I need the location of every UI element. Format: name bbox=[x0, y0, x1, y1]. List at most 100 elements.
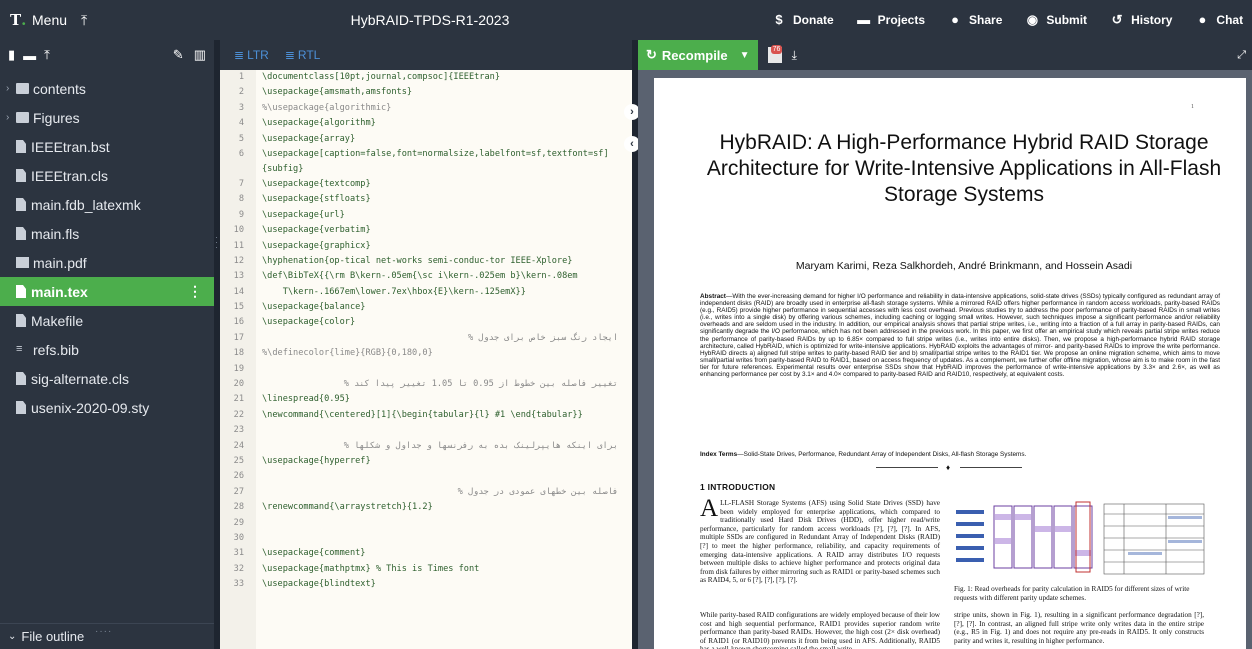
line-number: 2 bbox=[220, 85, 250, 101]
code-line[interactable]: 32 \usepackage{mathptmx} % This is Times … bbox=[220, 561, 632, 578]
editor-lines[interactable]: 1 \documentclass[10pt,journal,compsoc]{IE… bbox=[220, 70, 632, 593]
code-line[interactable]: 16 \usepackage{color} bbox=[220, 315, 632, 331]
code-line[interactable]: 18 %\definecolor{lime}{RGB}{0,180,0} bbox=[220, 346, 632, 362]
code-line[interactable]: 23 bbox=[220, 423, 632, 439]
splitter-grip-icon[interactable]: · · · bbox=[215, 233, 218, 252]
line-number: 10 bbox=[220, 223, 250, 239]
recompile-button[interactable]: ↻ Recompile ▼ bbox=[638, 40, 758, 70]
projects-button[interactable]: ▬ Projects bbox=[845, 0, 936, 40]
chevron-right-icon[interactable]: › bbox=[6, 112, 9, 123]
file-tree-item-usenix-sty[interactable]: usenix-2020-09.sty bbox=[0, 393, 214, 422]
code-line[interactable]: 27 فاصله بین خطهای عمودی در جدول % bbox=[220, 484, 632, 501]
code-line[interactable]: 5 \usepackage{array} bbox=[220, 131, 632, 147]
chat-icon: ● bbox=[1198, 12, 1207, 27]
code-line[interactable]: 1 \documentclass[10pt,journal,compsoc]{IE… bbox=[220, 70, 632, 86]
history-icon: ↺ bbox=[1111, 12, 1123, 27]
chevron-right-icon[interactable]: › bbox=[6, 83, 9, 94]
code-line[interactable]: 14 T\kern-.1667em\lower.7ex\hbox{E}\kern… bbox=[220, 284, 632, 301]
code-line[interactable]: 22 \newcommand{\centered}[1]{\begin{tabul… bbox=[220, 407, 632, 424]
code-line[interactable]: 6 \usepackage[caption=false,font=normalsi… bbox=[220, 146, 632, 177]
rtl-label: RTL bbox=[297, 48, 321, 62]
file-tree-item-ieeetran-cls[interactable]: IEEEtran.cls bbox=[0, 161, 214, 190]
code-line[interactable]: 33 \usepackage{blindtext} bbox=[220, 577, 632, 593]
paper-authors: Maryam Karimi, Reza Salkhordeh, André Br… bbox=[795, 260, 1133, 272]
code-line[interactable]: 21 \linespread{0.95} bbox=[220, 392, 632, 408]
logs-badge-count: 76 bbox=[770, 45, 783, 54]
code-text: \usepackage{algorithm} bbox=[262, 118, 376, 129]
code-line[interactable]: 19 bbox=[220, 361, 632, 378]
file-tree-item-sig-alternate-cls[interactable]: sig-alternate.cls bbox=[0, 364, 214, 393]
code-text: \usepackage{textcomp} bbox=[262, 178, 371, 189]
delete-trash-icon[interactable]: ▥ bbox=[194, 47, 206, 63]
new-folder-icon[interactable]: ▬ bbox=[23, 48, 36, 63]
file-tree-item-main-fls[interactable]: main.fls bbox=[0, 219, 214, 248]
rtl-button[interactable]: ≣ RTL bbox=[285, 48, 321, 62]
line-number: 19 bbox=[220, 361, 250, 378]
code-line[interactable]: 12 \hyphenation{op-tical net-works semi-c… bbox=[220, 253, 632, 270]
code-line[interactable]: 4 \usepackage{algorithm} bbox=[220, 116, 632, 132]
chat-button[interactable]: ● Chat bbox=[1183, 0, 1252, 40]
file-tree-item-label: main.tex bbox=[31, 283, 88, 300]
chevron-down-icon[interactable]: ▼ bbox=[740, 50, 750, 61]
back-to-projects-icon[interactable]: ⤒ bbox=[81, 12, 87, 29]
code-line[interactable]: 24 برای اینکه هایپرلینک بده به رفرنسها و … bbox=[220, 438, 632, 454]
line-number: 3 bbox=[220, 100, 250, 117]
ltr-button[interactable]: ≣ LTR bbox=[234, 48, 269, 62]
file-tree-item-main-tex[interactable]: main.tex ⋮ bbox=[0, 277, 214, 306]
code-editor[interactable]: ≣ LTR ≣ RTL 1 \documentclass[10pt,journal,c… bbox=[220, 40, 632, 649]
line-number: 25 bbox=[220, 453, 250, 470]
file-outline-toggle[interactable]: ···· ⌄ File outline bbox=[0, 623, 214, 649]
line-number: 14 bbox=[220, 284, 250, 301]
code-line[interactable]: 30 bbox=[220, 530, 632, 547]
kebab-menu-icon[interactable]: ⋮ bbox=[188, 283, 202, 300]
code-line[interactable]: 26 bbox=[220, 469, 632, 485]
line-number: 6 bbox=[220, 146, 250, 177]
code-line[interactable]: 13 \def\BibTeX{{\rm B\kern-.05em{\sc i\ke… bbox=[220, 269, 632, 285]
code-line[interactable]: 7 \usepackage{textcomp} bbox=[220, 176, 632, 193]
line-number: 1 bbox=[220, 70, 250, 86]
submit-button[interactable]: ◉ Submit bbox=[1013, 0, 1098, 40]
line-number: 12 bbox=[220, 253, 250, 270]
code-text: برای اینکه هایپرلینک بده به رفرنسها و جد… bbox=[343, 440, 618, 451]
file-tree-item-figures[interactable]: › Figures bbox=[0, 103, 214, 132]
code-line[interactable]: 15 \usepackage{balance} bbox=[220, 300, 632, 316]
file-tree-item-main-fdb-latexmk[interactable]: main.fdb_latexmk bbox=[0, 190, 214, 219]
code-line[interactable]: 11 \usepackage{graphicx} bbox=[220, 238, 632, 254]
rename-pencil-icon[interactable]: ✎ bbox=[173, 47, 184, 63]
expand-icon[interactable]: ⤢ bbox=[1237, 49, 1246, 62]
code-line[interactable]: 28 \renewcommand{\arraystretch}{1.2} bbox=[220, 500, 632, 516]
chat-label: Chat bbox=[1216, 13, 1244, 27]
new-file-icon[interactable]: ▮ bbox=[8, 47, 15, 63]
logs-icon[interactable]: 76 bbox=[767, 45, 783, 63]
menu-button[interactable]: T. Menu ⤒ bbox=[0, 0, 97, 40]
code-line[interactable]: 25 \usepackage{hyperref} bbox=[220, 453, 632, 470]
file-tree-item-contents[interactable]: › contents bbox=[0, 74, 214, 103]
resize-grip-icon[interactable]: ···· bbox=[95, 626, 112, 637]
code-line[interactable]: 10 \usepackage{verbatim} bbox=[220, 223, 632, 239]
code-line[interactable]: 29 bbox=[220, 515, 632, 531]
upload-icon[interactable]: ⤒ bbox=[44, 47, 50, 63]
dollar-icon: $ bbox=[775, 12, 783, 27]
line-number: 16 bbox=[220, 315, 250, 331]
code-text: \renewcommand{\arraystretch}{1.2} bbox=[262, 502, 433, 513]
code-line[interactable]: 17 ایجاد رنگ سبز خاص برای جدول % bbox=[220, 330, 632, 347]
line-number: 31 bbox=[220, 546, 250, 562]
code-text: \usepackage{mathptmx} % This is Times fo… bbox=[262, 563, 480, 574]
history-button[interactable]: ↺ History bbox=[1098, 0, 1183, 40]
code-line[interactable]: 20 تغییر فاصله بین خطوط از 0.95 تا 1.05 ت… bbox=[220, 377, 632, 393]
file-tree-item-main-pdf[interactable]: main.pdf bbox=[0, 248, 214, 277]
code-line[interactable]: 31 \usepackage{comment} bbox=[220, 546, 632, 562]
code-line[interactable]: 8 \usepackage{stfloats} bbox=[220, 192, 632, 208]
code-line[interactable]: 2 \usepackage{amsmath,amsfonts} bbox=[220, 85, 632, 101]
download-icon[interactable]: ⤓ bbox=[792, 48, 797, 63]
donate-button[interactable]: $ Donate bbox=[760, 0, 845, 40]
code-line[interactable]: 3 %\usepackage{algorithmic} bbox=[220, 100, 632, 117]
file-tree-item-ieeetran-bst[interactable]: IEEEtran.bst bbox=[0, 132, 214, 161]
top-bar: T. Menu ⤒ HybRAID-TPDS-R1-2023 $ Donate ▬… bbox=[0, 0, 1252, 40]
file-tree-item-makefile[interactable]: Makefile bbox=[0, 306, 214, 335]
code-text: \usepackage{verbatim} bbox=[262, 225, 371, 236]
code-line[interactable]: 9 \usepackage{url} bbox=[220, 207, 632, 224]
file-tree-item-refs-bib[interactable]: ≡ refs.bib bbox=[0, 335, 214, 364]
pdf-page: 1 HybRAID: A High-Performance Hybrid RAI… bbox=[654, 78, 1246, 649]
share-button[interactable]: ● Share bbox=[936, 0, 1013, 40]
